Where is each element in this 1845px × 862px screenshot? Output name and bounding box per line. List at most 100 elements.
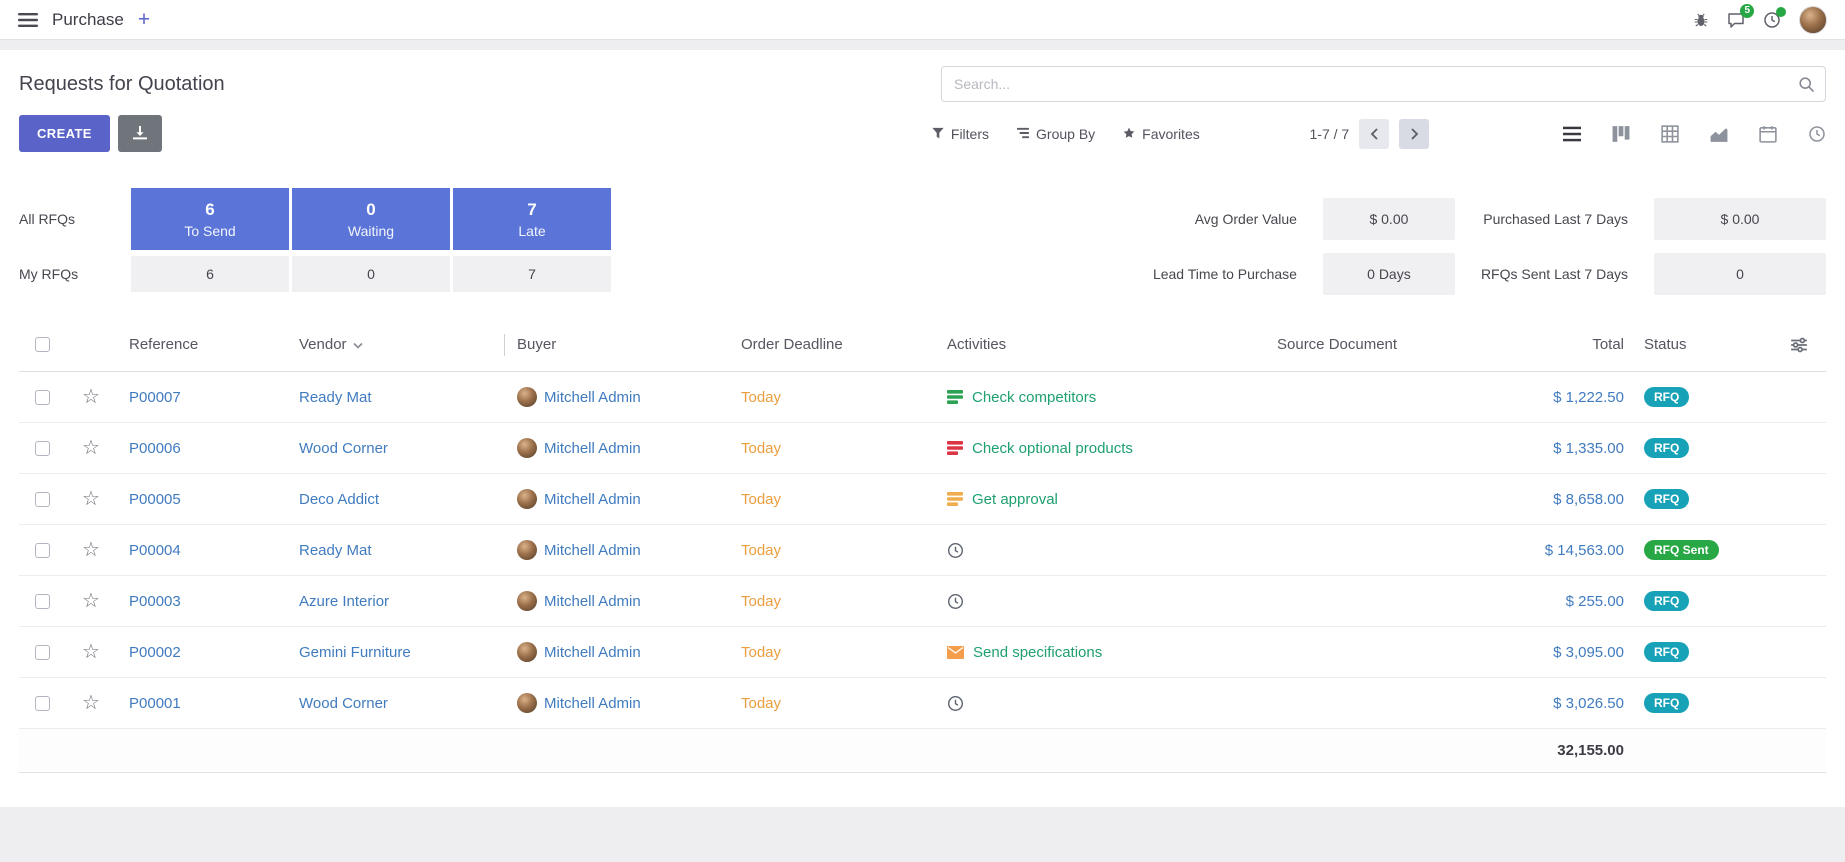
- search-icon[interactable]: [1798, 76, 1815, 97]
- vendor-link[interactable]: Deco Addict: [287, 491, 505, 508]
- search-input[interactable]: [942, 67, 1825, 101]
- tile-my-late[interactable]: 7: [453, 256, 611, 292]
- reference-link[interactable]: P00001: [117, 695, 287, 712]
- favorite-star-icon[interactable]: ☆: [82, 540, 100, 560]
- create-button[interactable]: CREATE: [19, 115, 110, 152]
- header-vendor[interactable]: Vendor: [287, 334, 505, 356]
- header-reference[interactable]: Reference: [117, 336, 287, 353]
- row-checkbox[interactable]: [35, 441, 50, 456]
- favorite-star-icon[interactable]: ☆: [82, 489, 100, 509]
- favorite-star-icon[interactable]: ☆: [82, 591, 100, 611]
- table-row[interactable]: ☆ P00005 Deco Addict Mitchell Admin Toda…: [19, 474, 1826, 525]
- tile-my-to-send[interactable]: 6: [131, 256, 289, 292]
- header-activities[interactable]: Activities: [935, 336, 1265, 353]
- list-view-icon[interactable]: [1563, 125, 1581, 143]
- favorite-star-icon[interactable]: ☆: [82, 642, 100, 662]
- optional-columns-toggle[interactable]: [1772, 336, 1826, 354]
- tile-to-send[interactable]: 6 To Send: [131, 188, 289, 250]
- buyer-link[interactable]: Mitchell Admin: [544, 389, 641, 406]
- reference-link[interactable]: P00002: [117, 644, 287, 661]
- row-checkbox[interactable]: [35, 390, 50, 405]
- table-row[interactable]: ☆ P00006 Wood Corner Mitchell Admin Toda…: [19, 423, 1826, 474]
- download-button[interactable]: [118, 115, 162, 152]
- app-menu-purchase[interactable]: Purchase: [52, 10, 124, 30]
- vendor-link[interactable]: Azure Interior: [287, 593, 505, 610]
- reference-link[interactable]: P00005: [117, 491, 287, 508]
- row-checkbox[interactable]: [35, 543, 50, 558]
- pager-previous-button[interactable]: [1359, 119, 1389, 149]
- header-buyer[interactable]: Buyer: [505, 336, 729, 353]
- purchased-last-7-days-label: Purchased Last 7 Days: [1483, 211, 1628, 227]
- activity-button[interactable]: [935, 593, 1265, 610]
- user-avatar[interactable]: [1799, 6, 1827, 34]
- tile-my-waiting[interactable]: 0: [292, 256, 450, 292]
- buyer-link[interactable]: Mitchell Admin: [544, 644, 641, 661]
- table-row[interactable]: ☆ P00004 Ready Mat Mitchell Admin Today …: [19, 525, 1826, 576]
- favorite-star-icon[interactable]: ☆: [82, 438, 100, 458]
- row-checkbox[interactable]: [35, 696, 50, 711]
- buyer-link[interactable]: Mitchell Admin: [544, 542, 641, 559]
- activity-button[interactable]: [935, 542, 1265, 559]
- kanban-view-icon[interactable]: [1612, 125, 1630, 143]
- table-row[interactable]: ☆ P00003 Azure Interior Mitchell Admin T…: [19, 576, 1826, 627]
- status-badge: RFQ: [1644, 489, 1689, 509]
- buyer-avatar: [517, 693, 537, 713]
- vendor-link[interactable]: Ready Mat: [287, 389, 505, 406]
- activity-label: Get approval: [972, 491, 1058, 508]
- buyer-link[interactable]: Mitchell Admin: [544, 695, 641, 712]
- row-checkbox[interactable]: [35, 594, 50, 609]
- select-all-checkbox[interactable]: [35, 337, 50, 352]
- dashboard-stats: Avg Order Value $ 0.00 Purchased Last 7 …: [1153, 188, 1826, 292]
- reference-link[interactable]: P00006: [117, 440, 287, 457]
- activities-menu-icon[interactable]: [1763, 11, 1781, 29]
- favorite-star-icon[interactable]: ☆: [82, 693, 100, 713]
- table-row[interactable]: ☆ P00007 Ready Mat Mitchell Admin Today …: [19, 372, 1826, 423]
- pager-next-button[interactable]: [1399, 119, 1429, 149]
- total-amount: $ 14,563.00: [1497, 542, 1632, 559]
- header-status[interactable]: Status: [1632, 336, 1772, 353]
- tile-waiting[interactable]: 0 Waiting: [292, 188, 450, 250]
- vendor-link[interactable]: Wood Corner: [287, 440, 505, 457]
- tile-late[interactable]: 7 Late: [453, 188, 611, 250]
- reference-link[interactable]: P00004: [117, 542, 287, 559]
- buyer-link[interactable]: Mitchell Admin: [544, 491, 641, 508]
- favorites-button[interactable]: Favorites: [1123, 126, 1200, 142]
- activity-button[interactable]: Get approval: [935, 491, 1265, 508]
- activity-button[interactable]: Send specifications: [935, 644, 1265, 661]
- reference-link[interactable]: P00003: [117, 593, 287, 610]
- activity-label: Check competitors: [972, 389, 1096, 406]
- header-total[interactable]: Total: [1497, 336, 1632, 353]
- pivot-view-icon[interactable]: [1661, 125, 1679, 143]
- row-checkbox[interactable]: [35, 492, 50, 507]
- vendor-link[interactable]: Gemini Furniture: [287, 644, 505, 661]
- page-title: Requests for Quotation: [19, 73, 225, 96]
- order-deadline: Today: [729, 440, 935, 457]
- filters-button[interactable]: Filters: [932, 126, 989, 142]
- row-checkbox[interactable]: [35, 645, 50, 660]
- graph-view-icon[interactable]: [1710, 125, 1728, 143]
- vendor-link[interactable]: Ready Mat: [287, 542, 505, 559]
- table-row[interactable]: ☆ P00002 Gemini Furniture Mitchell Admin…: [19, 627, 1826, 678]
- activity-view-icon[interactable]: [1808, 125, 1826, 143]
- main-content: Requests for Quotation CREATE: [0, 50, 1845, 807]
- activity-button[interactable]: [935, 695, 1265, 712]
- total-amount: $ 8,658.00: [1497, 491, 1632, 508]
- vendor-link[interactable]: Wood Corner: [287, 695, 505, 712]
- debug-bug-icon[interactable]: [1693, 12, 1709, 28]
- new-tab-icon[interactable]: +: [138, 9, 150, 30]
- table-row[interactable]: ☆ P00001 Wood Corner Mitchell Admin Toda…: [19, 678, 1826, 729]
- apps-menu-icon[interactable]: [18, 13, 38, 27]
- favorite-star-icon[interactable]: ☆: [82, 387, 100, 407]
- group-by-button[interactable]: Group By: [1017, 126, 1095, 142]
- reference-link[interactable]: P00007: [117, 389, 287, 406]
- header-source-document-label: Source Document: [1277, 336, 1397, 353]
- header-source-document[interactable]: Source Document: [1265, 336, 1497, 353]
- buyer-link[interactable]: Mitchell Admin: [544, 593, 641, 610]
- buyer-link[interactable]: Mitchell Admin: [544, 440, 641, 457]
- activity-button[interactable]: Check optional products: [935, 440, 1265, 457]
- calendar-view-icon[interactable]: [1759, 125, 1777, 143]
- messages-menu-icon[interactable]: 5: [1727, 11, 1745, 29]
- activity-button[interactable]: Check competitors: [935, 389, 1265, 406]
- header-order-deadline[interactable]: Order Deadline: [729, 336, 935, 353]
- total-amount: $ 255.00: [1497, 593, 1632, 610]
